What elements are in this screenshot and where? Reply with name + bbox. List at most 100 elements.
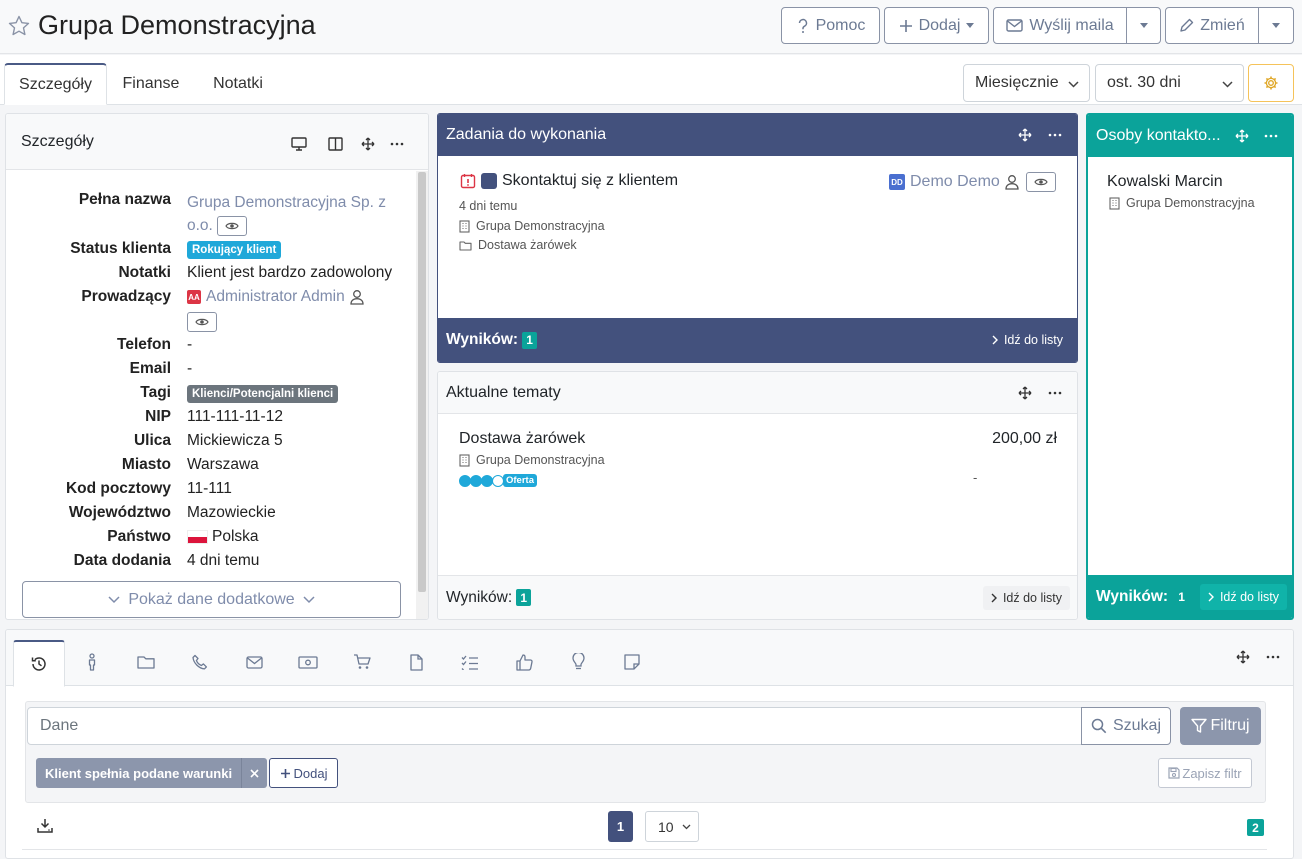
checklist-icon (461, 655, 479, 670)
go-to-list-label: Idź do listy (1002, 590, 1062, 605)
task-preview-button[interactable] (1025, 172, 1056, 192)
contact-name[interactable]: Kowalski Marcin (1107, 173, 1223, 191)
topic-stage: Oferta (459, 474, 537, 487)
topics-title: Aktualne tematy (446, 383, 561, 401)
field-label: Województwo (68, 504, 171, 521)
range-select[interactable]: ost. 30 dni (1095, 64, 1244, 102)
chevron-down-icon (303, 595, 315, 604)
per-page-select[interactable]: 10 (645, 811, 699, 842)
country-value: Polska (212, 528, 259, 545)
tab-label: Notatki (213, 75, 263, 92)
more-icon[interactable] (1045, 383, 1065, 403)
close-icon[interactable] (241, 758, 267, 788)
tab-tasks[interactable] (444, 640, 496, 684)
favorite-star-icon[interactable] (7, 14, 31, 38)
tab-contacts[interactable] (66, 640, 118, 684)
owner-link[interactable]: Administrator Admin (206, 288, 345, 306)
chevron-right-icon (992, 335, 998, 345)
tab-documents[interactable] (390, 640, 442, 684)
tabs-row: Szczegóły Finanse Notatki Miesięcznie os… (0, 55, 1302, 105)
settings-button[interactable] (1248, 64, 1294, 102)
question-icon (796, 18, 810, 34)
building-icon (459, 453, 470, 467)
send-mail-dropdown-toggle[interactable] (1126, 7, 1161, 44)
results-label: Wyników: (446, 588, 513, 606)
tab-payments[interactable] (282, 640, 334, 684)
contacts-footer: Wyników: 1 Idź do listy (1088, 575, 1292, 618)
results-label: Wyników: (446, 331, 519, 348)
preview-button[interactable] (217, 215, 248, 236)
help-label: Pomoc (815, 16, 866, 34)
go-to-list-link[interactable]: Idź do listy (992, 333, 1063, 347)
header-bar: Grupa Demonstracyjna Pomoc Dodaj Wyślij … (0, 0, 1302, 54)
tab-notes[interactable] (606, 640, 658, 684)
more-icon[interactable] (387, 134, 407, 154)
send-mail-button[interactable]: Wyślij maila (993, 7, 1127, 44)
download-icon[interactable] (35, 816, 55, 836)
show-more-button[interactable]: Pokaż dane dodatkowe (22, 581, 401, 618)
columns-icon[interactable] (325, 134, 345, 154)
chevron-right-icon (991, 593, 997, 603)
task-color-square (481, 173, 497, 189)
chevron-down-icon (1272, 23, 1280, 28)
plus-icon (280, 768, 291, 779)
move-icon[interactable] (358, 134, 378, 154)
tab-label: Szczegóły (19, 75, 92, 93)
task-item[interactable]: Skontaktuj się z klientem (460, 172, 678, 190)
topic-amount: 200,00 zł (992, 430, 1057, 447)
task-name[interactable]: Skontaktuj się z klientem (502, 172, 678, 190)
eye-icon (1034, 177, 1048, 187)
scrollbar[interactable] (416, 171, 428, 619)
topic-name[interactable]: Dostawa żarówek (459, 430, 585, 448)
page-button-current[interactable]: 1 (608, 811, 633, 842)
edit-dropdown-toggle[interactable] (1258, 7, 1294, 44)
chevron-down-icon (1139, 23, 1148, 28)
tab-topics[interactable] (120, 640, 172, 684)
topics-panel-header: Aktualne tematy (438, 372, 1077, 414)
filter-button[interactable]: Filtruj (1180, 707, 1261, 745)
move-icon[interactable] (1232, 126, 1252, 146)
tab-notes[interactable]: Notatki (196, 63, 280, 105)
add-condition-button[interactable]: Dodaj (269, 758, 338, 788)
move-icon[interactable] (1015, 383, 1035, 403)
move-icon[interactable] (1015, 125, 1035, 145)
avatar: DD (889, 174, 905, 190)
move-icon[interactable] (1233, 647, 1253, 667)
full-name-link[interactable]: Grupa Demonstracyjna Sp. z o.o. (187, 191, 387, 237)
field-label: Data dodania (73, 552, 171, 569)
go-to-list-link[interactable]: Idź do listy (1199, 583, 1287, 610)
owner-preview-button[interactable] (187, 312, 217, 332)
plus-icon (899, 19, 913, 33)
avatar: AA (187, 290, 201, 304)
tab-history[interactable] (13, 640, 65, 687)
tab-opinions[interactable] (498, 640, 550, 684)
monitor-icon[interactable] (289, 134, 309, 154)
task-owner-link[interactable]: Demo Demo (910, 173, 1000, 191)
sticky-note-icon (624, 654, 640, 670)
search-input[interactable]: Dane (27, 707, 1082, 745)
tab-finance[interactable]: Finanse (111, 63, 191, 105)
add-dropdown-button[interactable]: Dodaj (884, 7, 989, 44)
more-icon[interactable] (1263, 647, 1283, 667)
per-page-value: 10 (658, 818, 674, 835)
go-to-list-link[interactable]: Idź do listy (982, 585, 1070, 610)
edit-button[interactable]: Zmień (1165, 7, 1259, 44)
region-value: Mazowieckie (187, 504, 276, 521)
search-button[interactable]: Szukaj (1081, 707, 1171, 745)
save-filter-button[interactable]: Zapisz filtr (1158, 758, 1252, 788)
tab-orders[interactable] (336, 640, 388, 684)
more-icon[interactable] (1261, 126, 1281, 146)
tab-ideas[interactable] (552, 640, 604, 684)
range-value: ost. 30 dni (1107, 74, 1181, 91)
more-icon[interactable] (1045, 125, 1065, 145)
tab-emails[interactable] (228, 640, 280, 684)
tab-details[interactable]: Szczegóły (4, 63, 107, 105)
stage-badge: Oferta (503, 474, 537, 487)
tab-calls[interactable] (174, 640, 226, 684)
period-select[interactable]: Miesięcznie (963, 64, 1090, 102)
file-icon (409, 653, 423, 671)
field-label: Ulica (133, 432, 171, 449)
help-button[interactable]: Pomoc (781, 7, 880, 44)
condition-chip[interactable]: Klient spełnia podane warunki (36, 758, 268, 788)
show-more-label: Pokaż dane dodatkowe (128, 590, 295, 608)
